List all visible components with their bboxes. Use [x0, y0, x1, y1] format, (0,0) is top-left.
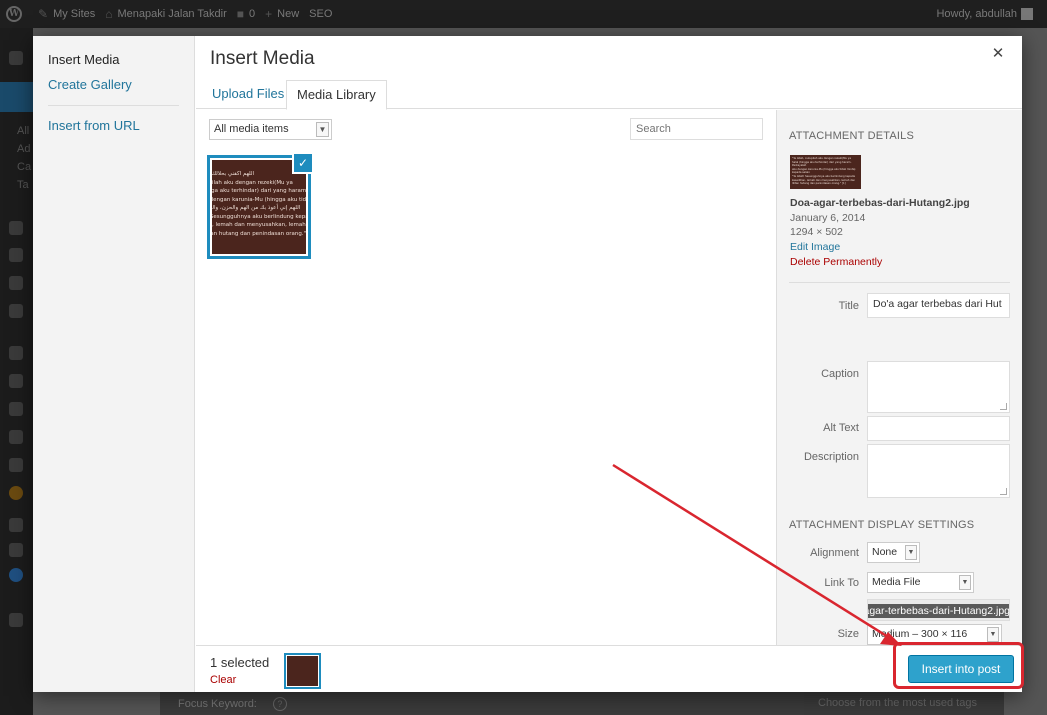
settings-icon[interactable] — [9, 458, 23, 472]
menu-separator — [48, 105, 179, 106]
clear-selection-link[interactable]: Clear — [210, 674, 236, 686]
new-content-menu[interactable]: + New — [265, 7, 299, 21]
admin-submenu-item[interactable]: Ca — [17, 161, 31, 173]
attachment-image: اللهم اكفني بحلالك عن حرامك وأغن "Ya All… — [212, 160, 306, 254]
alignment-label: Alignment — [810, 547, 859, 559]
description-field[interactable] — [867, 444, 1010, 498]
display-settings-heading: ATTACHMENT DISPLAY SETTINGS — [789, 519, 975, 531]
selection-count: 1 selected — [210, 655, 270, 670]
media-toolbar: 1 selected Clear Insert into post — [196, 645, 1022, 692]
feed-icon[interactable] — [9, 518, 23, 532]
alignment-select[interactable]: None ▼ — [867, 542, 920, 563]
link-url-field[interactable]: -agar-terbebas-dari-Hutang2.jpg — [867, 599, 1010, 621]
alt-text-field[interactable] — [867, 416, 1010, 441]
account-menu[interactable]: Howdy, abdullah — [936, 0, 1033, 28]
size-select[interactable]: Medium – 300 × 116 ▼ — [867, 624, 1002, 645]
menu-insert-media[interactable]: Insert Media — [33, 50, 194, 70]
selection-thumbnail-image — [287, 656, 318, 686]
attachment-preview-thumbnail: "Ya Allah, cukupilah aku dengan rezeki(M… — [790, 155, 861, 189]
search-input[interactable] — [630, 118, 763, 140]
title-field[interactable]: Do'a agar terbebas dari Hut — [867, 293, 1010, 318]
tab-upload-files[interactable]: Upload Files — [202, 80, 294, 109]
modal-title: Insert Media — [210, 48, 315, 69]
attachment-thumbnail[interactable]: اللهم اكفني بحلالك عن حرامك وأغن "Ya All… — [207, 152, 314, 259]
attachment-dimensions: 1294 × 502 — [790, 226, 843, 238]
wordpress-logo-icon[interactable]: W — [0, 0, 28, 28]
avatar — [1021, 8, 1033, 20]
pages-icon[interactable] — [9, 276, 23, 290]
users-icon[interactable] — [9, 402, 23, 416]
attachment-filename: Doa-agar-terbebas-dari-Hutang2.jpg — [790, 197, 970, 209]
attachment-details-heading: ATTACHMENT DETAILS — [789, 130, 915, 142]
close-icon[interactable]: ✕ — [988, 44, 1008, 64]
comment-icon: ■ — [236, 7, 244, 21]
menu-insert-from-url[interactable]: Insert from URL — [33, 116, 194, 136]
selection-thumbnail[interactable] — [284, 653, 321, 689]
links-icon[interactable] — [9, 248, 23, 262]
gear-icon[interactable] — [9, 543, 23, 557]
title-label: Title — [838, 300, 859, 312]
alt-text-label: Alt Text — [823, 422, 859, 434]
chevron-down-icon: ▼ — [905, 545, 917, 560]
caption-field[interactable] — [867, 361, 1010, 413]
media-tabs: Upload Files Media Library — [196, 80, 1022, 110]
description-label: Description — [803, 451, 859, 463]
seo-menu-icon[interactable] — [9, 221, 23, 235]
focus-keyword-row: Focus Keyword: ? — [160, 692, 820, 715]
admin-menu: All Ad Ca Ta — [0, 28, 33, 715]
tags-box-link[interactable]: Choose from the most used tags — [804, 692, 1004, 715]
checkmark-icon[interactable]: ✓ — [292, 152, 314, 174]
plugin-menu-icon[interactable] — [9, 486, 23, 500]
delete-permanently-link[interactable]: Delete Permanently — [790, 256, 882, 268]
attachment-details-sidebar: ATTACHMENT DETAILS "Ya Allah, cukupilah … — [776, 110, 1022, 645]
seo-menu[interactable]: SEO — [309, 8, 332, 20]
key-icon: ✎ — [38, 7, 49, 21]
plus-icon: + — [265, 7, 273, 21]
chevron-down-icon: ▼ — [316, 122, 329, 137]
link-to-label: Link To — [824, 577, 859, 589]
edit-image-link[interactable]: Edit Image — [790, 241, 840, 253]
menu-create-gallery[interactable]: Create Gallery — [33, 75, 194, 95]
tab-media-library[interactable]: Media Library — [286, 80, 387, 110]
attachment-date: January 6, 2014 — [790, 212, 866, 224]
admin-submenu-item[interactable]: Ad — [17, 143, 30, 155]
sidebar-divider — [789, 282, 1010, 283]
admin-bar: W ✎ My Sites ⌂ Menapaki Jalan Takdir ■ 0 + N… — [0, 0, 1047, 28]
help-icon[interactable]: ? — [272, 696, 287, 711]
size-label: Size — [837, 628, 859, 640]
my-sites-menu[interactable]: ✎ My Sites — [38, 7, 95, 21]
plugins-icon[interactable] — [9, 374, 23, 388]
admin-submenu-item[interactable]: All — [17, 125, 29, 137]
appearance-icon[interactable] — [9, 346, 23, 360]
dashboard-icon[interactable] — [9, 51, 23, 65]
jetpack-icon[interactable] — [9, 568, 23, 582]
chevron-down-icon: ▼ — [959, 575, 971, 590]
media-router-menu: Insert Media Create Gallery Insert from … — [33, 36, 195, 692]
chevron-down-icon: ▼ — [987, 627, 999, 642]
caption-label: Caption — [821, 368, 859, 380]
media-filter-select[interactable]: All media items ▼ — [209, 119, 332, 140]
tools-icon[interactable] — [9, 430, 23, 444]
insert-media-modal: Insert Media Create Gallery Insert from … — [33, 36, 1022, 692]
collapse-menu-icon[interactable] — [9, 613, 23, 627]
link-to-select[interactable]: Media File ▼ — [867, 572, 974, 593]
posts-icon[interactable] — [0, 82, 33, 112]
insert-into-post-button[interactable]: Insert into post — [908, 655, 1014, 683]
home-icon: ⌂ — [105, 7, 113, 21]
comments-menu-icon[interactable] — [9, 304, 23, 318]
comments-menu[interactable]: ■ 0 — [237, 7, 255, 21]
site-name-menu[interactable]: ⌂ Menapaki Jalan Takdir — [105, 7, 227, 21]
admin-submenu-item[interactable]: Ta — [17, 179, 29, 191]
